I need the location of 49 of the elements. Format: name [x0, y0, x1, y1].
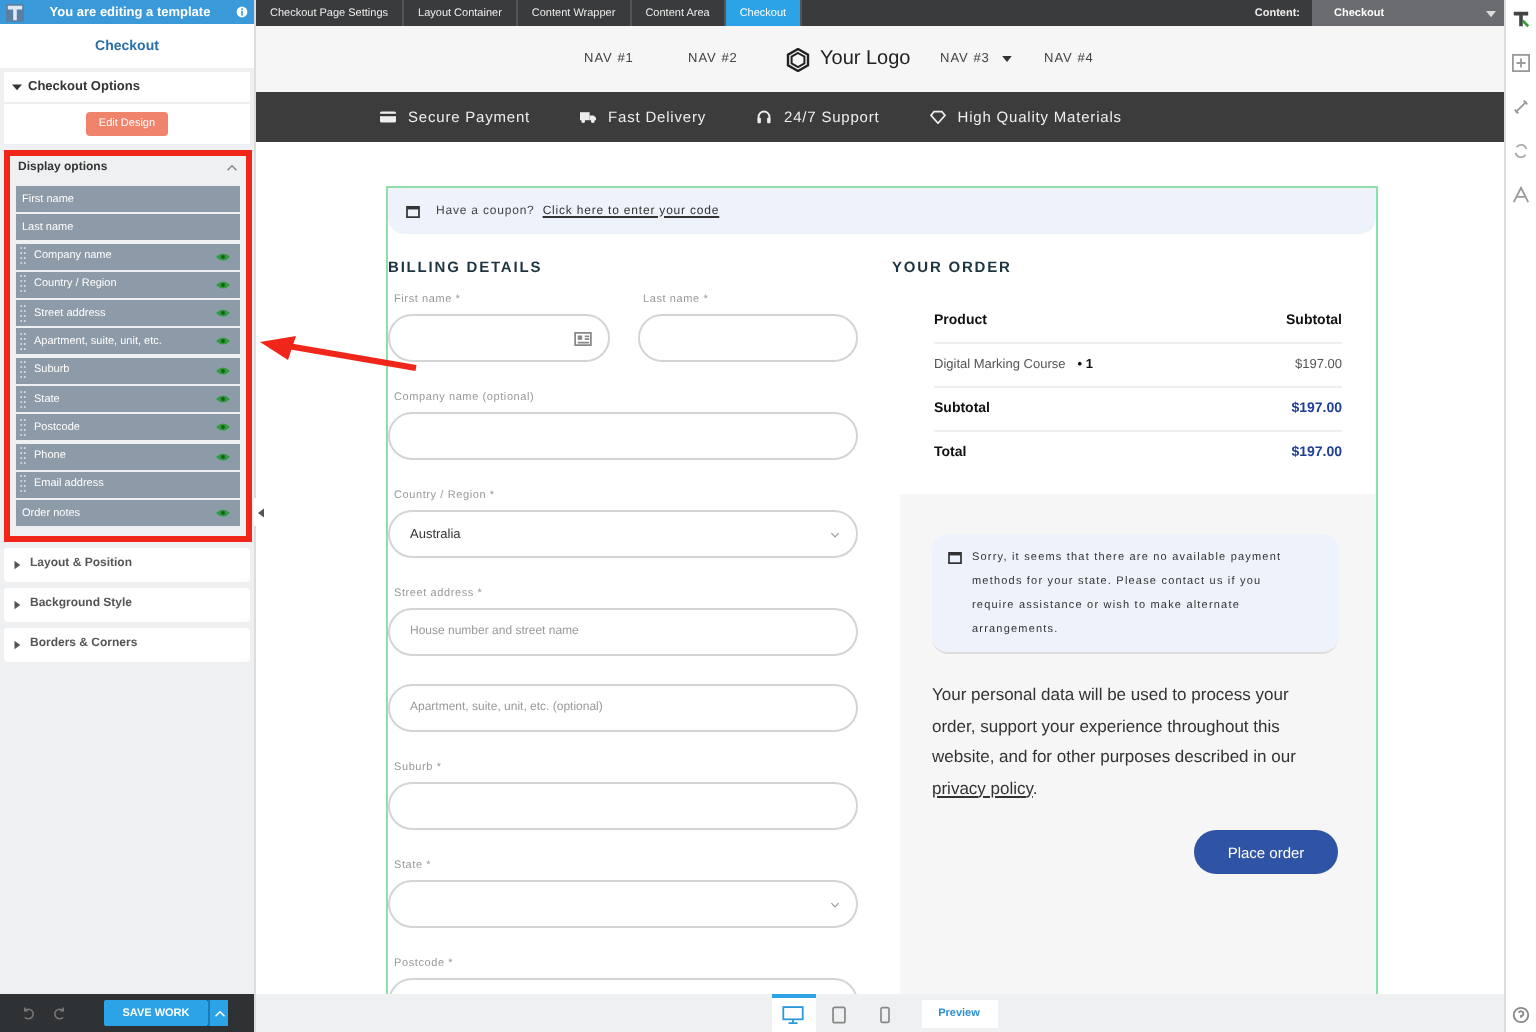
monitor-icon: [782, 1006, 804, 1024]
brush-icon[interactable]: [1512, 10, 1530, 28]
eye-icon[interactable]: [216, 422, 230, 433]
font-icon[interactable]: [1512, 186, 1530, 204]
eye-icon[interactable]: [216, 508, 230, 519]
text-field[interactable]: [388, 412, 858, 460]
phone-icon: [880, 1006, 890, 1024]
select-field[interactable]: [388, 880, 858, 928]
refresh-icon[interactable]: [1512, 142, 1530, 160]
window-icon: [948, 552, 962, 564]
eye-icon[interactable]: [216, 251, 230, 262]
diamond-icon: [929, 110, 946, 124]
text-field[interactable]: [637, 314, 858, 362]
info-icon[interactable]: [236, 6, 248, 18]
window-icon: [406, 205, 420, 217]
credit-card-icon: [380, 110, 396, 124]
headset-icon: [756, 110, 773, 124]
caret-icon: [1486, 9, 1496, 17]
eye-icon[interactable]: [216, 394, 230, 405]
eye-icon[interactable]: [216, 308, 230, 319]
redo-icon[interactable]: [52, 1005, 68, 1021]
privacy-text: Your personal data will be used to process your order, support your experience throughout this website, and for other purposes described in our privacy policy.: [932, 682, 1298, 802]
truck-icon: [580, 110, 597, 124]
caret-icon: [12, 599, 22, 610]
contact-card-icon[interactable]: [573, 331, 591, 345]
text-field[interactable]: [388, 314, 609, 362]
chevron-icon: [830, 901, 840, 907]
help-icon[interactable]: [1512, 1006, 1530, 1024]
caret-icon: [12, 639, 22, 650]
text-field[interactable]: [388, 782, 858, 830]
eye-icon[interactable]: [216, 279, 230, 290]
chevron-icon: [830, 531, 840, 537]
caret-icon: [12, 559, 22, 570]
eye-icon[interactable]: [216, 451, 230, 462]
chevron-icon[interactable]: [226, 164, 238, 172]
add-icon[interactable]: [1512, 54, 1530, 72]
device-button[interactable]: [771, 994, 815, 1032]
app-logo-icon[interactable]: [6, 3, 24, 21]
eye-icon[interactable]: [216, 365, 230, 376]
undo-icon[interactable]: [20, 1005, 36, 1021]
save-options-button[interactable]: [208, 1000, 228, 1026]
caret-icon: [1001, 56, 1012, 62]
privacy-link[interactable]: privacy policy: [932, 777, 1033, 797]
eye-icon[interactable]: [216, 336, 230, 347]
tablet-icon: [832, 1006, 846, 1024]
hexagon-logo-icon: [786, 47, 810, 71]
chevron-icon: [213, 1009, 225, 1017]
caret-icon[interactable]: [12, 82, 22, 92]
logo-text[interactable]: Your Logo: [820, 48, 911, 70]
